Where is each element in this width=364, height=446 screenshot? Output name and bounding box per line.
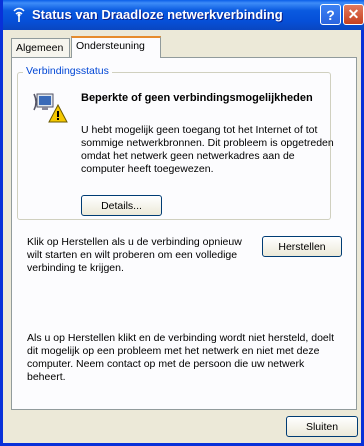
repair-instructions: Klik op Herstellen als u de verbinding o… [27,236,242,274]
repair-button[interactable]: Herstellen [262,236,342,257]
group-legend: Verbindingsstatus [23,65,112,77]
status-message: U hebt mogelijk geen toegang tot het Int… [81,124,334,175]
close-button[interactable]: ✕ [343,4,364,25]
tab-algemeen[interactable]: Algemeen [11,38,70,57]
wireless-network-icon [13,7,25,22]
sluiten-button[interactable]: Sluiten [286,416,358,437]
warning-network-icon [33,93,68,123]
window-title: Status van Draadloze netwerkverbinding [32,7,283,22]
details-button[interactable]: Details... [81,195,162,216]
help-button[interactable]: ? [320,4,341,25]
tab-ondersteuning[interactable]: Ondersteuning [71,36,161,58]
repair-note: Als u op Herstellen klikt en de verbindi… [27,332,335,383]
dialog-window: Status van Draadloze netwerkverbinding ?… [0,0,364,446]
title-bar[interactable]: Status van Draadloze netwerkverbinding ?… [3,0,364,30]
status-heading: Beperkte of geen verbindingsmogelijkhede… [81,92,313,104]
